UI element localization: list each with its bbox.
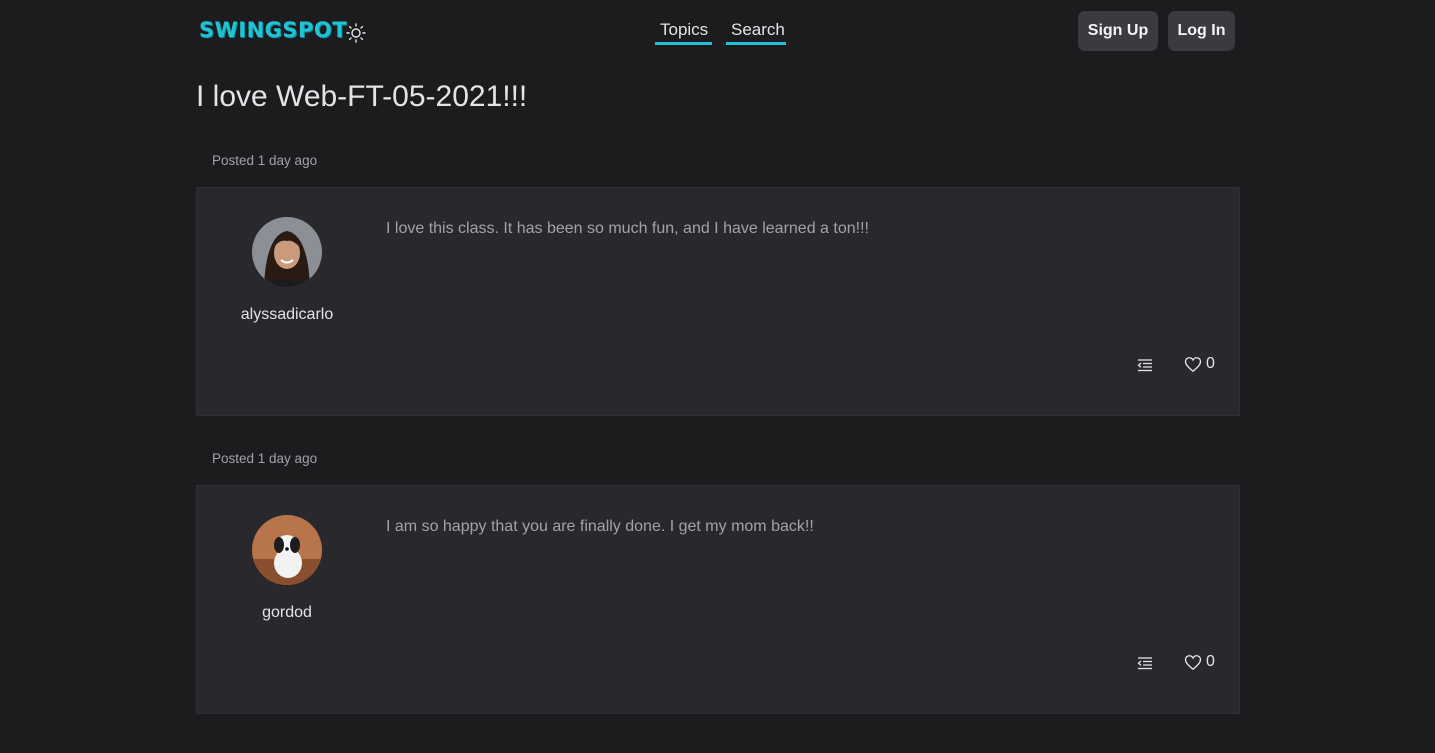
like-button[interactable]: 0 [1184, 354, 1215, 374]
post-timestamp: Posted 1 day ago [212, 451, 318, 466]
post-timestamp: Posted 1 day ago [212, 153, 318, 168]
header: SWINGSPOT Topics Search Sign Up Log In [196, 10, 1235, 52]
post-body: I love this class. It has been so much f… [386, 220, 869, 237]
avatar[interactable] [252, 515, 322, 585]
topic-title: I love Web-FT-05-2021!!! [196, 80, 528, 113]
like-count: 0 [1206, 653, 1215, 670]
username[interactable]: alyssadicarlo [197, 306, 377, 324]
sun-icon[interactable] [346, 23, 366, 43]
page: SWINGSPOT Topics Search Sign Up Log In I… [0, 0, 1435, 753]
post-card: alyssadicarlo I love this class. It has … [196, 187, 1240, 416]
like-count: 0 [1206, 355, 1215, 372]
nav-link-search[interactable]: Search [726, 20, 786, 45]
reply-icon[interactable] [1137, 655, 1153, 671]
logo[interactable]: SWINGSPOT [199, 18, 347, 42]
like-button[interactable]: 0 [1184, 652, 1215, 672]
log-in-button[interactable]: Log In [1168, 11, 1235, 51]
post-card: gordod I am so happy that you are finall… [196, 485, 1240, 714]
post-body: I am so happy that you are finally done.… [386, 518, 814, 535]
nav-link-topics[interactable]: Topics [655, 20, 712, 45]
username[interactable]: gordod [197, 604, 377, 622]
reply-icon[interactable] [1137, 357, 1153, 373]
sign-up-button[interactable]: Sign Up [1078, 11, 1158, 51]
avatar[interactable] [252, 217, 322, 287]
heart-icon [1184, 356, 1202, 372]
heart-icon [1184, 654, 1202, 670]
